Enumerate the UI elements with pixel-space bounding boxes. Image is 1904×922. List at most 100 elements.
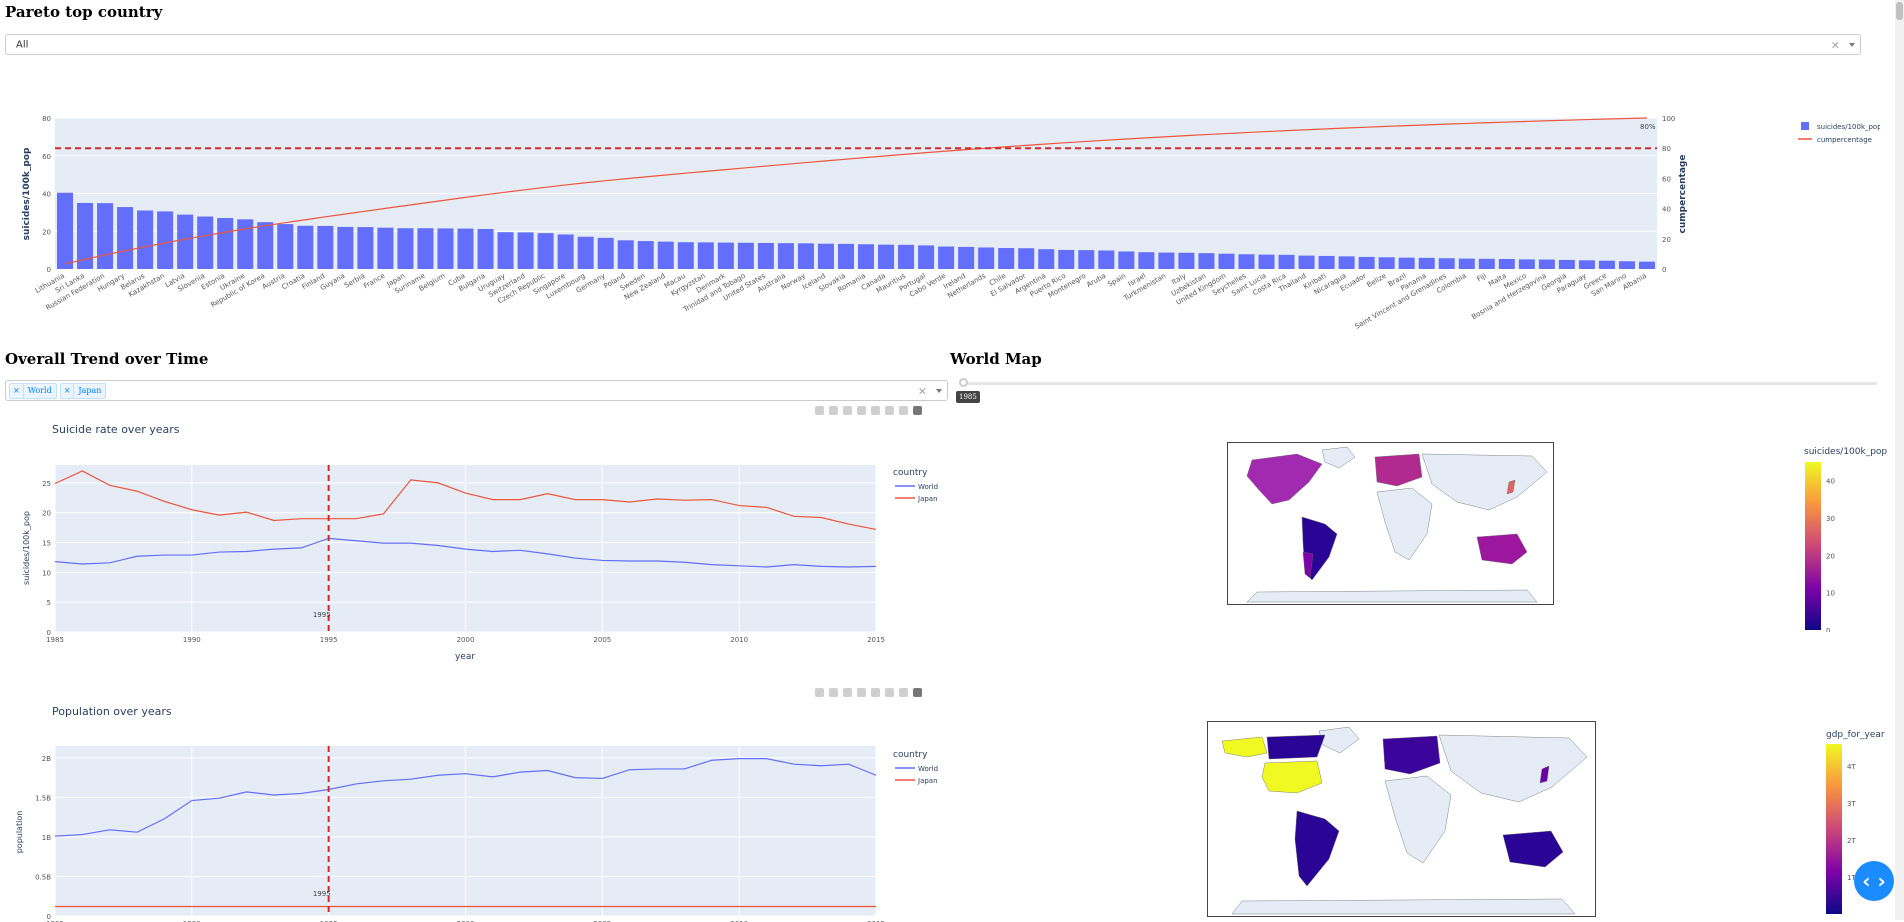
scrollbar-thumb[interactable] <box>1896 2 1903 20</box>
bar[interactable] <box>477 228 494 269</box>
slider-handle[interactable] <box>959 378 968 387</box>
zoom-icon[interactable] <box>829 406 838 415</box>
tag-remove-icon[interactable]: × <box>61 383 75 398</box>
bar[interactable] <box>1078 250 1095 269</box>
bar[interactable] <box>397 228 414 269</box>
bar[interactable] <box>817 243 834 269</box>
bar[interactable] <box>437 228 454 269</box>
bar[interactable] <box>1258 254 1275 269</box>
bar[interactable] <box>837 243 854 269</box>
bar[interactable] <box>878 244 895 269</box>
bar[interactable] <box>1098 250 1115 269</box>
reset-axes-icon[interactable] <box>899 406 908 415</box>
bar[interactable] <box>657 241 674 269</box>
bar[interactable] <box>497 232 514 269</box>
page-scrollbar[interactable] <box>1895 0 1904 920</box>
bar[interactable] <box>157 211 174 269</box>
zoom-out-icon[interactable] <box>871 406 880 415</box>
bar[interactable] <box>1558 259 1575 269</box>
country-dropdown[interactable]: All × <box>5 34 1861 55</box>
bar[interactable] <box>777 243 794 269</box>
bar[interactable] <box>457 228 474 269</box>
clear-icon[interactable]: × <box>918 384 927 397</box>
bar[interactable] <box>697 242 714 269</box>
bar[interactable] <box>1438 258 1455 269</box>
bar[interactable] <box>1518 259 1535 269</box>
bar[interactable] <box>1278 254 1295 269</box>
bar[interactable] <box>1338 256 1355 269</box>
bar[interactable] <box>898 244 915 269</box>
bar[interactable] <box>918 245 935 269</box>
bar[interactable] <box>537 233 554 269</box>
zoom-out-icon[interactable] <box>871 688 880 697</box>
camera-icon[interactable] <box>815 406 824 415</box>
bar[interactable] <box>1058 249 1075 269</box>
bar[interactable] <box>1578 260 1595 269</box>
bar[interactable] <box>1218 253 1235 269</box>
bar[interactable] <box>577 236 594 269</box>
chevron-down-icon[interactable] <box>936 388 942 393</box>
bar[interactable] <box>377 227 394 269</box>
bar[interactable] <box>417 228 434 269</box>
bar[interactable] <box>1198 253 1215 269</box>
reset-axes-icon[interactable] <box>899 688 908 697</box>
tag-remove-icon[interactable]: × <box>10 383 24 398</box>
bar[interactable] <box>277 224 294 269</box>
pan-icon[interactable] <box>843 406 852 415</box>
bar[interactable] <box>1638 261 1655 269</box>
bar[interactable] <box>57 192 74 269</box>
zoom-icon[interactable] <box>829 688 838 697</box>
bar[interactable] <box>1318 255 1335 269</box>
autoscale-icon[interactable] <box>885 688 894 697</box>
pan-icon[interactable] <box>843 688 852 697</box>
bar[interactable] <box>197 216 214 269</box>
bar[interactable] <box>337 226 354 269</box>
bar[interactable] <box>1178 252 1195 269</box>
bar[interactable] <box>958 246 975 269</box>
bar[interactable] <box>978 247 995 269</box>
bar[interactable] <box>1118 251 1135 269</box>
bar[interactable] <box>237 219 254 269</box>
bar[interactable] <box>737 242 754 269</box>
bar[interactable] <box>677 242 694 269</box>
bar[interactable] <box>1138 252 1155 269</box>
year-slider[interactable] <box>962 382 1877 385</box>
bar[interactable] <box>1018 248 1035 269</box>
bar[interactable] <box>1158 252 1175 269</box>
bar[interactable] <box>1618 261 1635 269</box>
bar[interactable] <box>1358 256 1375 269</box>
bar[interactable] <box>317 225 334 269</box>
bar[interactable] <box>1398 257 1415 269</box>
bar[interactable] <box>1418 257 1435 269</box>
bar[interactable] <box>217 218 234 269</box>
bar[interactable] <box>717 242 734 269</box>
clear-icon[interactable]: × <box>1831 38 1840 51</box>
country-multiselect[interactable]: × World × Japan × <box>5 380 948 401</box>
bar[interactable] <box>557 234 574 269</box>
bar[interactable] <box>1298 255 1315 269</box>
bar[interactable] <box>938 246 955 269</box>
camera-icon[interactable] <box>815 688 824 697</box>
autoscale-icon[interactable] <box>885 406 894 415</box>
code-toggle-button[interactable]: ‹ › <box>1854 861 1894 901</box>
bar[interactable] <box>257 222 274 269</box>
chevron-down-icon[interactable] <box>1849 42 1855 47</box>
bar[interactable] <box>998 248 1015 269</box>
legend-swatch-bars[interactable] <box>1801 122 1809 130</box>
bar[interactable] <box>1478 258 1495 269</box>
bar[interactable] <box>1598 260 1615 269</box>
bar[interactable] <box>1458 258 1475 269</box>
bar[interactable] <box>1038 249 1055 269</box>
bar[interactable] <box>797 243 814 269</box>
plotly-logo-icon[interactable] <box>913 688 922 697</box>
bar[interactable] <box>1498 258 1515 269</box>
bar[interactable] <box>357 227 374 269</box>
bar[interactable] <box>297 225 314 269</box>
bar[interactable] <box>617 240 634 269</box>
bar[interactable] <box>858 244 875 269</box>
bar[interactable] <box>117 207 134 269</box>
bar[interactable] <box>757 242 774 269</box>
bar[interactable] <box>137 210 154 269</box>
bar[interactable] <box>637 241 654 269</box>
zoom-in-icon[interactable] <box>857 688 866 697</box>
